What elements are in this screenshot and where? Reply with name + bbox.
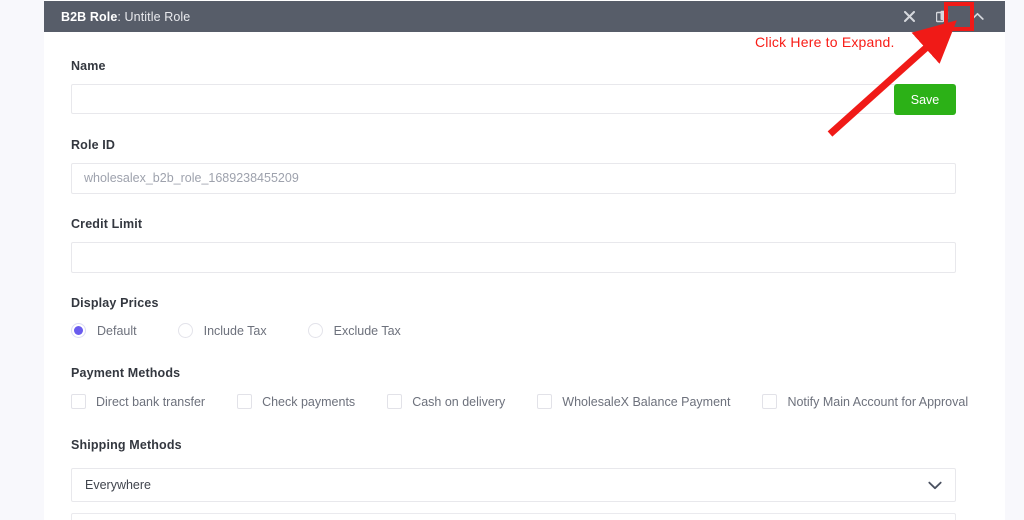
role-id-label: Role ID (71, 138, 116, 152)
radio-default[interactable]: Default (71, 323, 137, 338)
checkbox-icon (762, 394, 778, 409)
b2b-role-panel: B2B Role: Untitle Role Name Save Role ID… (44, 0, 1005, 520)
chevron-down-icon (928, 481, 942, 490)
panel-header: B2B Role: Untitle Role (44, 1, 1005, 32)
radio-include-tax[interactable]: Include Tax (177, 323, 267, 338)
display-prices-group: Default Include Tax Exclude Tax (71, 323, 442, 338)
checkbox-cash-on-delivery-label: Cash on delivery (412, 394, 506, 409)
close-icon[interactable] (896, 6, 922, 28)
radio-exclude-tax-label: Exclude Tax (333, 323, 401, 338)
name-label: Name (71, 59, 106, 73)
checkbox-check-payments[interactable]: Check payments (237, 394, 355, 409)
page-title-bold: B2B Role (61, 9, 118, 24)
checkbox-icon (387, 394, 403, 409)
checkbox-icon (237, 394, 253, 409)
next-field-input[interactable] (71, 513, 956, 520)
radio-selected-icon (71, 323, 86, 338)
role-id-input[interactable]: wholesalex_b2b_role_1689238455209 (71, 163, 956, 194)
page-title-rest: : Untitle Role (117, 9, 191, 24)
annotation-label: Click Here to Expand. (755, 34, 895, 50)
radio-exclude-tax[interactable]: Exclude Tax (307, 323, 401, 338)
radio-empty-icon (177, 323, 193, 338)
checkbox-direct-bank-transfer-label: Direct bank transfer (96, 394, 206, 409)
duplicate-icon[interactable] (929, 6, 955, 28)
display-prices-label: Display Prices (71, 296, 159, 310)
checkbox-icon (71, 394, 86, 409)
save-button[interactable]: Save (894, 84, 956, 115)
radio-default-label: Default (97, 323, 137, 338)
page-title: B2B Role: Untitle Role (61, 10, 190, 24)
shipping-methods-label: Shipping Methods (71, 438, 182, 452)
radio-empty-icon (307, 323, 323, 338)
payment-methods-label: Payment Methods (71, 366, 181, 380)
checkbox-wholesalex-balance-payment[interactable]: WholesaleX Balance Payment (537, 394, 730, 409)
header-actions (896, 5, 997, 29)
credit-limit-input[interactable] (71, 242, 956, 273)
checkbox-direct-bank-transfer[interactable]: Direct bank transfer (71, 394, 205, 409)
credit-limit-label: Credit Limit (71, 217, 143, 231)
checkbox-notify-main-account-label: Notify Main Account for Approval (787, 394, 969, 409)
shipping-methods-value: Everywhere (85, 478, 151, 492)
payment-methods-group: Direct bank transfer Check payments Cash… (71, 394, 1000, 409)
checkbox-check-payments-label: Check payments (262, 394, 356, 409)
checkbox-icon (537, 394, 553, 409)
checkbox-notify-main-account[interactable]: Notify Main Account for Approval (762, 394, 968, 409)
name-input[interactable] (71, 84, 956, 114)
chevron-up-icon[interactable] (962, 5, 992, 29)
checkbox-wholesalex-balance-payment-label: WholesaleX Balance Payment (562, 394, 731, 409)
role-form: Name Save Role ID wholesalex_b2b_role_16… (44, 32, 1005, 520)
radio-include-tax-label: Include Tax (203, 323, 267, 338)
checkbox-cash-on-delivery[interactable]: Cash on delivery (387, 394, 505, 409)
shipping-methods-select[interactable]: Everywhere (71, 468, 956, 502)
